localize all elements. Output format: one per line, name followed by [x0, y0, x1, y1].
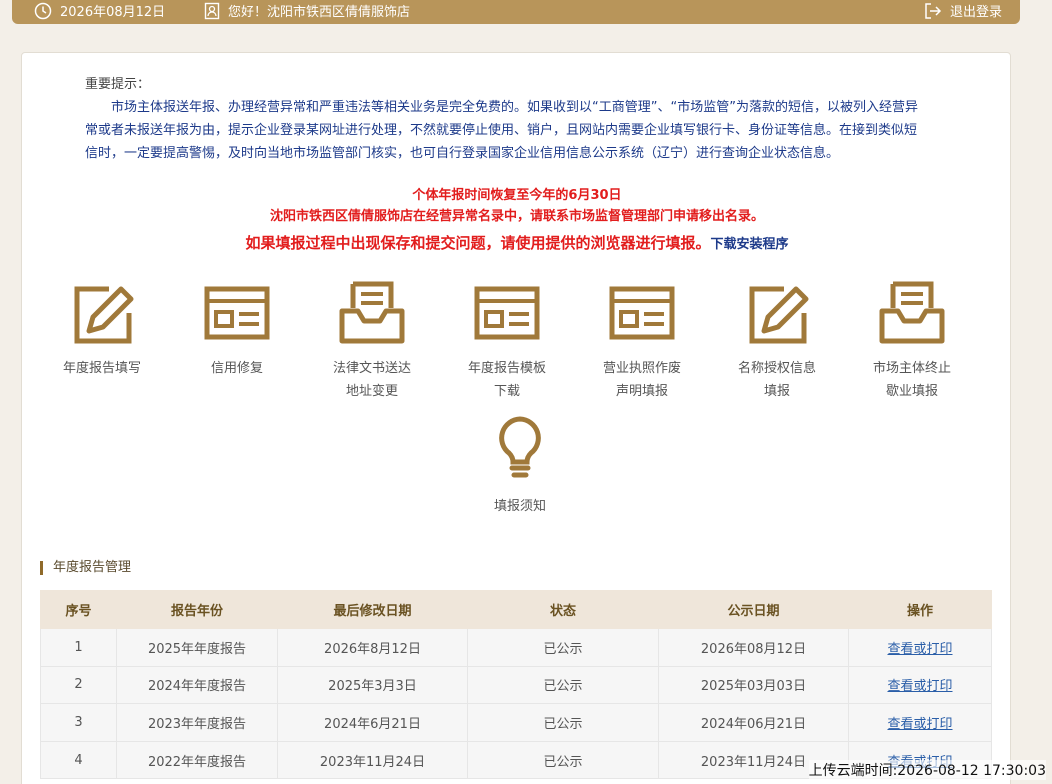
cell-status: 已公示 — [467, 740, 659, 780]
upload-time-label: 上传云端时间:2026-08-12 17:30:03 — [808, 760, 1046, 780]
table-row: 2 2024年年度报告 2025年3月3日 已公示 2025年03月03日 查看… — [40, 665, 992, 705]
view-print-link[interactable]: 查看或打印 — [887, 679, 952, 694]
cell-year: 2022年年度报告 — [116, 740, 278, 780]
cell-no: 4 — [40, 740, 117, 780]
logout-label: 退出登录 — [949, 5, 1002, 20]
table-row: 1 2025年年度报告 2026年8月12日 已公示 2026年08月12日 查… — [40, 628, 992, 667]
cell-modified: 2025年3月3日 — [277, 665, 468, 705]
cell-published: 2024年06月21日 — [658, 703, 849, 742]
edit-icon — [749, 286, 809, 344]
service-business-termination[interactable]: 市场主体终止 歇业填报 — [857, 281, 967, 403]
form-icon — [474, 286, 540, 340]
view-print-link[interactable]: 查看或打印 — [887, 642, 952, 657]
annual-report-table: 序号 报告年份 最后修改日期 状态 公示日期 操作 1 2025年年度报告 20… — [40, 590, 992, 780]
lightbulb-icon — [499, 416, 541, 478]
service-label-2: 声明填报 — [615, 384, 668, 399]
cell-no: 1 — [40, 628, 117, 667]
col-action: 操作 — [848, 590, 992, 629]
form-icon — [204, 286, 270, 340]
service-label: 填报须知 — [493, 499, 546, 514]
date-display: 2026年08月12日 — [34, 1, 165, 20]
service-label: 名称授权信息 — [737, 361, 816, 376]
view-print-link[interactable]: 查看或打印 — [887, 717, 952, 732]
form-icon — [609, 286, 675, 340]
service-label-2: 歇业填报 — [885, 384, 938, 399]
service-label: 市场主体终止 — [872, 361, 951, 376]
browser-alert-text: 如果填报过程中出现保存和提交问题，请使用提供的浏览器进行填报。 — [245, 234, 711, 252]
cell-no: 2 — [40, 665, 117, 705]
cell-published: 2025年03月03日 — [658, 665, 849, 705]
user-badge-icon — [204, 2, 220, 19]
cell-action: 查看或打印 — [848, 628, 992, 667]
service-name-authorization[interactable]: 名称授权信息 填报 — [722, 281, 832, 403]
service-report-template-download[interactable]: 年度报告模板 下载 — [452, 281, 562, 403]
cell-modified: 2026年8月12日 — [277, 628, 468, 667]
service-label-2: 地址变更 — [345, 384, 398, 399]
service-annual-report-fill[interactable]: 年度报告填写 — [47, 281, 157, 380]
cell-action: 查看或打印 — [848, 703, 992, 742]
cell-year: 2025年年度报告 — [116, 628, 278, 667]
cell-modified: 2023年11月24日 — [277, 740, 468, 780]
abnormal-list-alert: 沈阳市铁西区倩倩服饰店在经营异常名录中，请联系市场监督管理部门申请移出名录。 — [269, 209, 764, 224]
service-license-void-declaration[interactable]: 营业执照作废 声明填报 — [587, 281, 697, 403]
col-year: 报告年份 — [116, 590, 278, 629]
service-label: 营业执照作废 — [602, 361, 681, 376]
download-installer-link[interactable]: 下载安装程序 — [711, 237, 789, 252]
inbox-icon — [339, 281, 405, 344]
table-header-row: 序号 报告年份 最后修改日期 状态 公示日期 操作 — [40, 590, 992, 629]
service-filing-instructions[interactable]: 填报须知 — [465, 415, 575, 518]
service-label-2: 填报 — [763, 384, 790, 399]
service-label: 年度报告模板 — [467, 361, 546, 376]
col-no: 序号 — [40, 590, 117, 629]
edit-icon — [74, 286, 134, 344]
logout-button[interactable]: 退出登录 — [924, 1, 1002, 20]
cell-status: 已公示 — [467, 665, 659, 705]
service-legal-doc-address[interactable]: 法律文书送达 地址变更 — [317, 281, 427, 403]
alerts: 个体年报时间恢复至今年的6月30日 沈阳市铁西区倩倩服饰店在经营异常名录中，请联… — [22, 186, 1012, 260]
col-status: 状态 — [467, 590, 659, 629]
logout-icon — [925, 2, 942, 19]
inbox-icon — [879, 281, 945, 344]
notice-body: 市场主体报送年报、办理经营异常和严重违法等相关业务是完全免费的。如果收到以“工商… — [85, 100, 918, 161]
service-label: 法律文书送达 — [332, 361, 411, 376]
table-row: 3 2023年年度报告 2024年6月21日 已公示 2024年06月21日 查… — [40, 703, 992, 742]
browser-alert: 如果填报过程中出现保存和提交问题，请使用提供的浏览器进行填报。下载安装程序 — [22, 228, 1012, 260]
cell-published: 2026年08月12日 — [658, 628, 849, 667]
col-modified: 最后修改日期 — [277, 590, 468, 629]
cell-action: 查看或打印 — [848, 665, 992, 705]
important-notice: 重要提示： 市场主体报送年报、办理经营异常和严重违法等相关业务是完全免费的。如果… — [85, 73, 925, 165]
date-text: 2026年08月12日 — [60, 5, 166, 20]
cell-modified: 2024年6月21日 — [277, 703, 468, 742]
cell-status: 已公示 — [467, 703, 659, 742]
cell-year: 2024年年度报告 — [116, 665, 278, 705]
deadline-alert: 个体年报时间恢复至今年的6月30日 — [412, 188, 622, 203]
cell-year: 2023年年度报告 — [116, 703, 278, 742]
service-label: 年度报告填写 — [62, 361, 141, 376]
col-published: 公示日期 — [658, 590, 849, 629]
greeting: 您好！沈阳市铁西区倩倩服饰店 — [204, 1, 410, 20]
notice-title: 重要提示： — [85, 77, 151, 92]
service-label: 信用修复 — [210, 361, 263, 376]
cell-no: 3 — [40, 703, 117, 742]
service-credit-repair[interactable]: 信用修复 — [182, 281, 292, 380]
service-label-2: 下载 — [493, 384, 520, 399]
cell-status: 已公示 — [467, 628, 659, 667]
top-bar: 2026年08月12日 您好！沈阳市铁西区倩倩服饰店 退出登录 — [12, 0, 1020, 24]
greeting-text: 您好！沈阳市铁西区倩倩服饰店 — [228, 5, 411, 20]
clock-icon — [34, 2, 52, 19]
main-card: 重要提示： 市场主体报送年报、办理经营异常和严重违法等相关业务是完全免费的。如果… — [21, 52, 1011, 784]
section-title: 年度报告管理 — [40, 561, 131, 575]
